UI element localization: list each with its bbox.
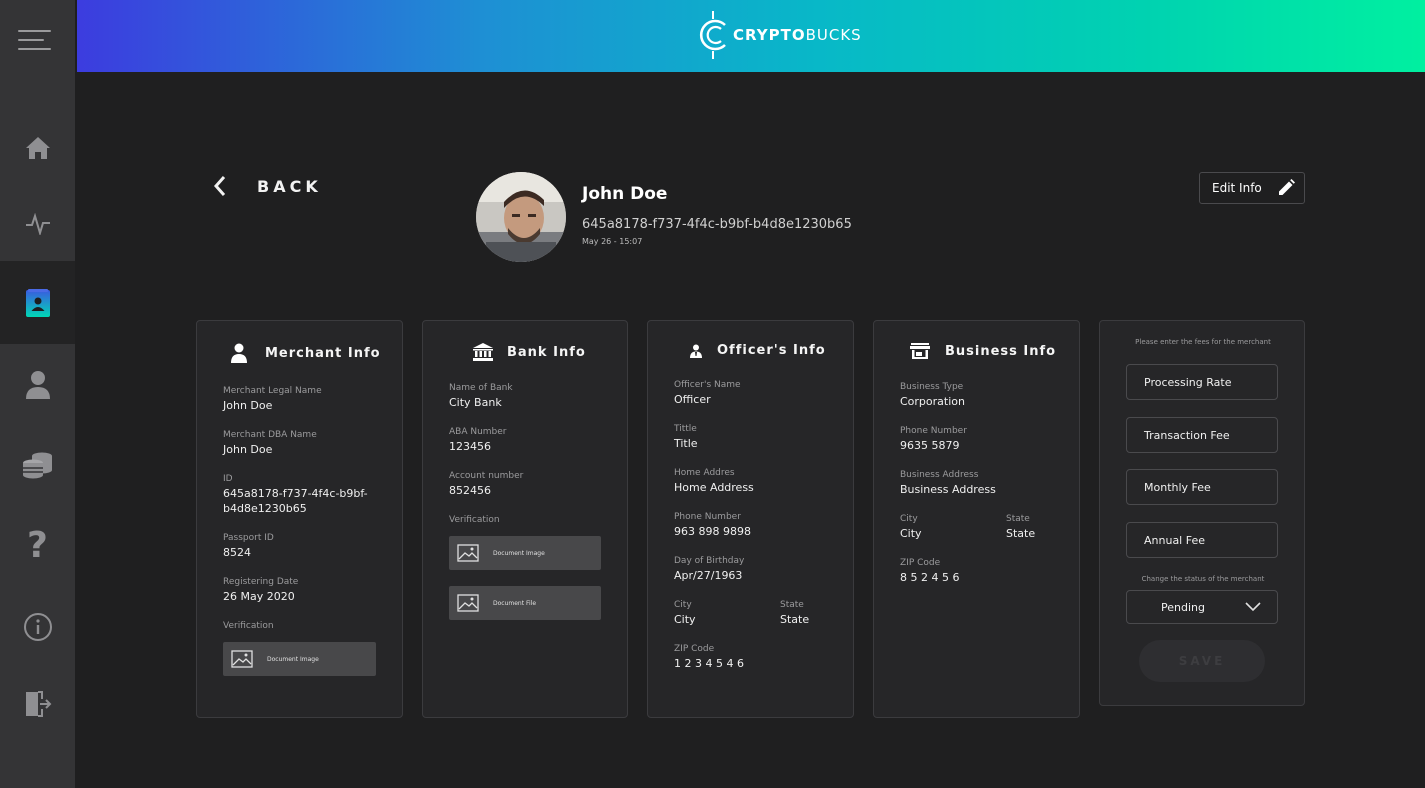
sidebar-item-home[interactable]	[0, 108, 75, 188]
crypto-logo-icon	[699, 11, 726, 59]
status-select[interactable]: Pending	[1126, 590, 1278, 624]
business-address: Business Address Business Address	[900, 470, 996, 496]
status-note: Change the status of the merchant	[1141, 575, 1265, 583]
bank-document-file[interactable]: Document File	[449, 586, 601, 620]
activity-icon	[25, 213, 50, 235]
monthly-fee-input[interactable]: Monthly Fee	[1126, 469, 1278, 505]
officer-birthday: Day of Birthday Apr/27/1963	[674, 556, 745, 582]
bank-aba-number: ABA Number 123456	[449, 427, 507, 453]
officer-home-address: Home Addres Home Address	[674, 468, 754, 494]
sidebar-item-merchants[interactable]	[0, 261, 75, 344]
sidebar-item-help[interactable]: ?	[0, 505, 75, 585]
hamburger-menu-icon[interactable]	[18, 27, 51, 55]
image-icon	[231, 650, 253, 668]
processing-rate-input[interactable]: Processing Rate	[1126, 364, 1278, 400]
merchant-verification-label: Verification	[223, 621, 274, 631]
edit-info-label: Edit Info	[1212, 181, 1262, 195]
back-label: BACK	[257, 176, 322, 196]
app-logo[interactable]: CRYPTOBUCKS	[697, 8, 862, 62]
image-icon	[457, 544, 479, 562]
officer-name: Officer's Name Officer	[674, 380, 741, 406]
status-value: Pending	[1161, 600, 1205, 614]
edit-info-button[interactable]: Edit Info	[1199, 172, 1305, 204]
help-icon: ?	[27, 524, 48, 566]
merchant-dba-name: Merchant DBA Name John Doe	[223, 430, 317, 456]
store-icon	[910, 343, 930, 359]
merchant-passport-id: Passport ID 8524	[223, 533, 274, 559]
business-info-card: Business Info Business Type Corporation …	[873, 320, 1080, 718]
business-phone-number: Phone Number 9635 5879	[900, 426, 967, 452]
officer-title: Tittle Title	[674, 424, 698, 450]
fees-card: Please enter the fees for the merchant P…	[1099, 320, 1305, 706]
pencil-icon	[1278, 179, 1295, 195]
user-icon	[25, 371, 50, 399]
back-button[interactable]: BACK	[213, 175, 322, 197]
chevron-down-icon	[1245, 602, 1261, 612]
sidebar-item-info[interactable]	[0, 587, 75, 667]
business-info-title: Business Info	[910, 343, 1056, 359]
bank-verification-label: Verification	[449, 515, 500, 525]
logout-icon	[25, 691, 51, 717]
officer-info-card: Officer's Info Officer's Name Officer Ti…	[647, 320, 854, 718]
sidebar-item-logout[interactable]	[0, 664, 75, 744]
merchant-id: ID 645a8178-f737-4f4c-b9bf-b4d8e1230b65	[223, 474, 368, 515]
merchant-legal-name: Merchant Legal Name John Doe	[223, 386, 322, 412]
officer-phone-number: Phone Number 963 898 9898	[674, 512, 751, 538]
bank-info-card: Bank Info Name of Bank City Bank ABA Num…	[422, 320, 628, 718]
merchant-info-card: Merchant Info Merchant Legal Name John D…	[196, 320, 403, 718]
bank-document-image[interactable]: Document Image	[449, 536, 601, 570]
merchant-document-image[interactable]: Document Image	[223, 642, 376, 676]
bank-info-title: Bank Info	[473, 343, 586, 361]
top-header: CRYPTOBUCKS	[77, 0, 1425, 72]
save-button[interactable]: SAVE	[1139, 640, 1265, 682]
merchant-info-title: Merchant Info	[231, 343, 381, 363]
sidebar-item-coins[interactable]	[0, 425, 75, 505]
business-type: Business Type Corporation	[900, 382, 965, 408]
user-icon	[231, 343, 247, 363]
officer-info-title: Officer's Info	[690, 343, 826, 358]
business-zip-code: ZIP Code 8 5 2 4 5 6	[900, 558, 960, 584]
bank-account-number: Account number 852456	[449, 471, 524, 497]
bank-name: Name of Bank City Bank	[449, 383, 513, 409]
business-state: State State	[1006, 514, 1036, 540]
annual-fee-input[interactable]: Annual Fee	[1126, 522, 1278, 558]
officer-city: City City	[674, 600, 696, 626]
profile-id: 645a8178-f737-4f4c-b9bf-b4d8e1230b65	[582, 217, 852, 232]
officer-state: State State	[780, 600, 810, 626]
profile-date: May 26 - 15:07	[582, 237, 643, 246]
info-icon	[23, 613, 52, 641]
officer-zip-code: ZIP Code 1 2 3 4 5 4 6	[674, 644, 744, 670]
business-city: City City	[900, 514, 922, 540]
bank-icon	[473, 343, 493, 361]
sidebar-item-users[interactable]	[0, 345, 75, 425]
fees-note: Please enter the fees for the merchant	[1135, 338, 1271, 346]
coins-icon	[22, 452, 52, 479]
sidebar-item-activity[interactable]	[0, 184, 75, 264]
logo-text: CRYPTOBUCKS	[733, 26, 862, 44]
home-icon	[25, 137, 50, 159]
transaction-fee-input[interactable]: Transaction Fee	[1126, 417, 1278, 453]
profile-name: John Doe	[582, 184, 668, 204]
merchant-registering-date: Registering Date 26 May 2020	[223, 577, 299, 603]
chevron-left-icon	[213, 176, 226, 196]
image-icon	[457, 594, 479, 612]
avatar	[476, 172, 566, 262]
officer-icon	[690, 344, 702, 358]
sidebar: ?	[0, 0, 75, 788]
merchant-book-icon	[25, 288, 50, 317]
